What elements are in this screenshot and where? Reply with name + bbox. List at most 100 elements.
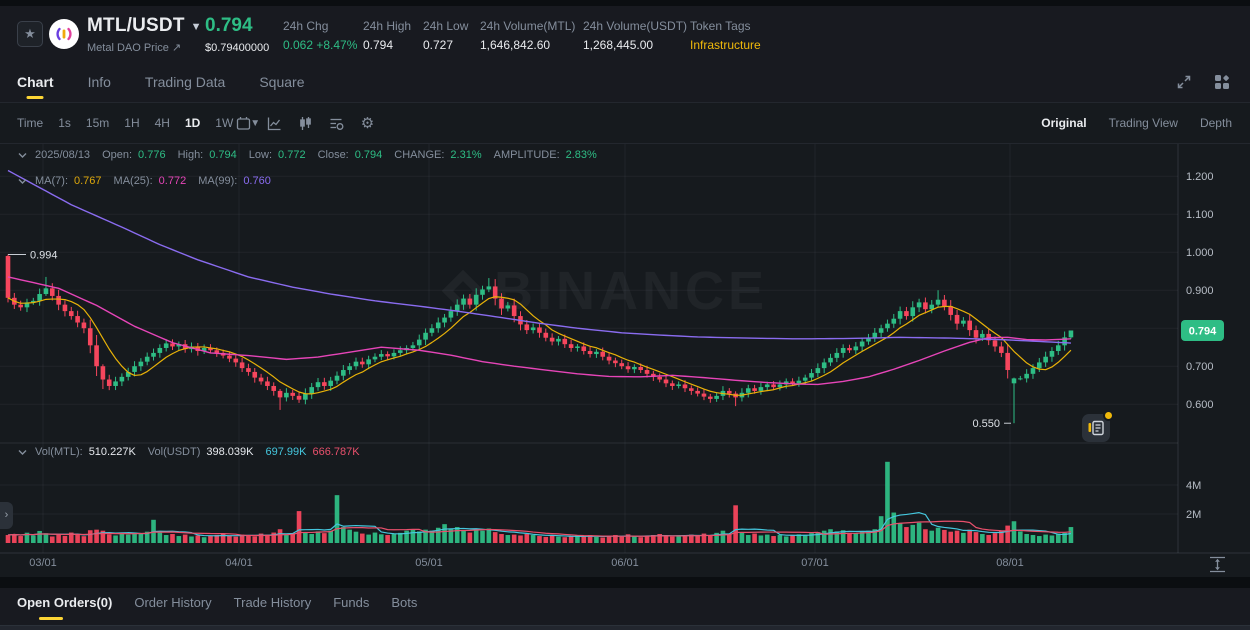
stat-24h-chg: 24h Chg 0.062 +8.47% — [283, 19, 357, 52]
candle-close: 0.794 — [355, 149, 383, 161]
candle-date: 2025/08/13 — [35, 149, 90, 161]
pair-title: MTL/USDT — [87, 15, 185, 37]
interval-1d[interactable]: 1D — [185, 116, 200, 130]
stat-label: 24h Low — [423, 19, 468, 33]
ma25-value: 0.772 — [159, 175, 187, 187]
price-tick-label: 1.200 — [1186, 171, 1214, 183]
axis-scale-icon[interactable] — [1210, 558, 1225, 572]
price-tick-label: 0.600 — [1186, 399, 1214, 411]
orders-table-edge — [0, 626, 1250, 630]
stat-label: 24h Volume(USDT) — [583, 19, 687, 33]
ma-legend: MA(7):0.767 MA(25):0.772 MA(99):0.760 — [18, 175, 271, 187]
candlestick-chart[interactable]: 1.2001.1001.0000.9000.7000.6004M2M03/010… — [0, 144, 1250, 577]
ma7-value: 0.767 — [74, 175, 102, 187]
pair-title-block: MTL/USDT ▼ Metal DAO Price ↗ — [87, 15, 202, 54]
indicators-icon[interactable] — [329, 116, 344, 131]
ticker-header: ★ MTL/USDT ▼ Metal DAO Price ↗ 0.794 $0.… — [0, 6, 1250, 62]
last-price-block: 0.794 $0.79400000 — [205, 15, 269, 54]
date-tick-label: 07/01 — [801, 557, 829, 569]
favorite-star-button[interactable]: ★ — [17, 21, 43, 47]
chart-settings-gear-icon[interactable]: ⚙ — [360, 116, 375, 131]
line-chart-icon[interactable] — [267, 116, 282, 131]
tab-bots[interactable]: Bots — [391, 595, 417, 620]
ma99-value: 0.760 — [243, 175, 271, 187]
date-tick-label: 03/01 — [29, 557, 57, 569]
collapse-chevron-icon[interactable] — [18, 178, 27, 185]
price-tick-label: 1.100 — [1186, 209, 1214, 221]
stat-label: 24h Volume(MTL) — [480, 19, 575, 33]
stat-value: 1,646,842.60 — [480, 38, 575, 52]
interval-4h[interactable]: 4H — [155, 116, 170, 130]
date-tick-label: 08/01 — [996, 557, 1024, 569]
pair-selector[interactable]: MTL/USDT ▼ — [87, 15, 202, 37]
binance-trading-page: ★ MTL/USDT ▼ Metal DAO Price ↗ 0.794 $0.… — [0, 0, 1250, 630]
stat-label: Token Tags — [690, 19, 761, 33]
date-tick-label: 06/01 — [611, 557, 639, 569]
interval-time[interactable]: Time — [17, 116, 43, 130]
stat-token-tags: Token Tags Infrastructure — [690, 19, 761, 52]
tab-trading-data[interactable]: Trading Data — [145, 62, 225, 102]
candle-change: 2.31% — [450, 149, 481, 161]
star-icon: ★ — [24, 26, 36, 41]
token-price-link[interactable]: Metal DAO Price ↗ — [87, 41, 202, 54]
collapse-chevron-icon[interactable] — [18, 152, 27, 159]
news-notification-icon[interactable] — [1082, 414, 1110, 442]
date-tick-label: 04/01 — [225, 557, 253, 569]
stat-24h-volume-mtl: 24h Volume(MTL) 1,646,842.60 — [480, 19, 575, 52]
candle-open: 0.776 — [138, 149, 166, 161]
tab-chart[interactable]: Chart — [17, 62, 54, 102]
token-logo-mtl — [49, 19, 79, 49]
vol-ma-fast-value: 697.99K — [265, 446, 306, 458]
stat-label: 24h Chg — [283, 19, 357, 33]
interval-1w[interactable]: 1W — [215, 116, 233, 130]
low-annotation-label: 0.550 — [972, 418, 1000, 430]
tab-info[interactable]: Info — [88, 62, 111, 102]
volume-legend: Vol(MTL):510.227K Vol(USDT)398.039K 697.… — [18, 446, 360, 458]
token-tag-link[interactable]: Infrastructure — [690, 38, 761, 52]
grid-layout-icon[interactable] — [1214, 74, 1230, 95]
price-tick-label: 0.900 — [1186, 285, 1214, 297]
last-price: 0.794 — [205, 15, 269, 37]
tab-square[interactable]: Square — [259, 62, 304, 102]
last-price-usd: $0.79400000 — [205, 42, 269, 54]
stat-24h-volume-usdt: 24h Volume(USDT) 1,268,445.00 — [583, 19, 687, 52]
stat-value: 1,268,445.00 — [583, 38, 687, 52]
tab-order-history[interactable]: Order History — [134, 595, 211, 620]
date-tick-label: 05/01 — [415, 557, 443, 569]
stat-value: 0.727 — [423, 38, 468, 52]
stat-value: 0.794 — [363, 38, 411, 52]
volume-tick-label: 2M — [1186, 509, 1201, 521]
view-depth[interactable]: Depth — [1200, 116, 1232, 130]
period-settings-icon[interactable] — [236, 116, 251, 131]
stat-24h-low: 24h Low 0.727 — [423, 19, 468, 52]
collapse-chevron-icon[interactable] — [18, 449, 27, 456]
price-tick-label: 1.000 — [1186, 247, 1214, 259]
chevron-down-icon: ▼ — [191, 21, 202, 33]
ohlc-legend: 2025/08/13 Open:0.776 High:0.794 Low:0.7… — [18, 149, 597, 161]
last-price-badge-label: 0.794 — [1189, 326, 1217, 338]
view-trading-view[interactable]: Trading View — [1109, 116, 1178, 130]
candle-low: 0.772 — [278, 149, 306, 161]
orders-panel: Open Orders(0) Order History Trade Histo… — [0, 588, 1250, 630]
tab-trade-history[interactable]: Trade History — [234, 595, 312, 620]
candlestick-style-icon[interactable] — [298, 116, 313, 131]
interval-1h[interactable]: 1H — [124, 116, 139, 130]
candle-amplitude: 2.83% — [566, 149, 597, 161]
vol-usdt-value: 398.039K — [206, 446, 253, 458]
interval-1s[interactable]: 1s — [58, 116, 71, 130]
stat-value: 0.062 +8.47% — [283, 38, 357, 52]
notification-dot — [1103, 410, 1114, 421]
panel-expand-handle[interactable]: › — [0, 502, 13, 529]
high-annotation-label: 0.994 — [30, 250, 58, 262]
chart-area: BINANCE 1.2001.1001.0000.9000.7000.6004M… — [0, 144, 1250, 577]
candles-layer — [6, 255, 1074, 424]
vol-mtl-value: 510.227K — [89, 446, 136, 458]
stat-label: 24h High — [363, 19, 411, 33]
price-tick-label: 0.700 — [1186, 361, 1214, 373]
tab-open-orders[interactable]: Open Orders(0) — [17, 595, 112, 620]
vol-ma-slow-value: 666.787K — [312, 446, 359, 458]
expand-icon[interactable] — [1176, 74, 1192, 95]
interval-15m[interactable]: 15m — [86, 116, 109, 130]
tab-funds[interactable]: Funds — [333, 595, 369, 620]
view-original[interactable]: Original — [1041, 116, 1086, 130]
